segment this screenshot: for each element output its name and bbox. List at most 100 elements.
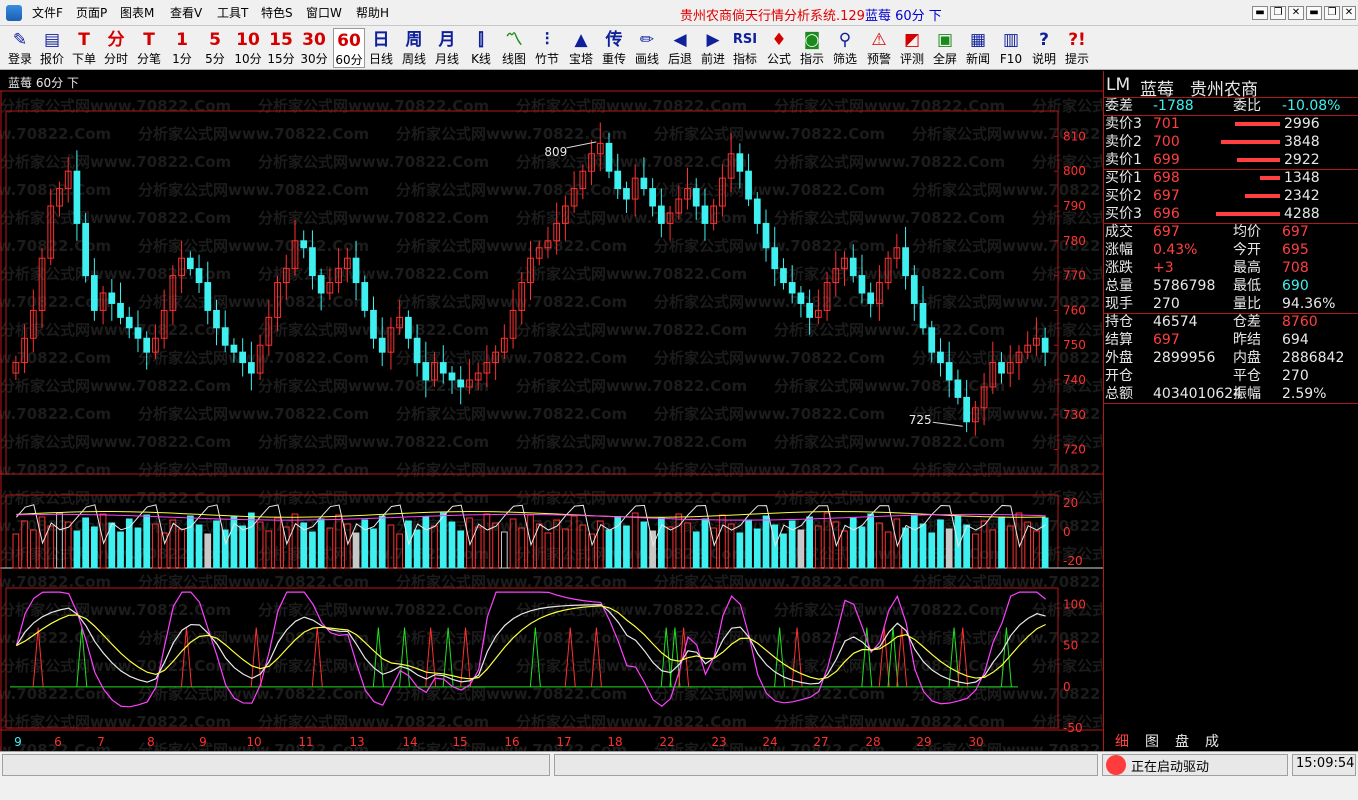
stat-row: 总额 4034010624 振幅 2.59% [1104,385,1358,403]
toolbar-button-10[interactable]: 60 60分 [333,28,365,68]
tab-book[interactable]: 盘 [1175,731,1189,751]
toolbar-button-18[interactable]: 传重传 [598,28,630,68]
toolbar-button-6[interactable]: 5 5分 [199,28,231,68]
toolbar-icon-9: 30 [302,30,326,50]
volume-bar [919,523,927,569]
tab-chart[interactable]: 图 [1145,731,1159,751]
stat-label: 仓差 [1233,314,1261,330]
toolbar-label-17: 宝塔 [568,52,593,66]
stat-value: 695 [1282,242,1309,258]
status-indicator-icon [1106,755,1126,775]
toolbar-button-12[interactable]: 周周线 [398,28,430,68]
x-axis-label: 18 [607,735,622,749]
toolbar-button-4[interactable]: T 分笔 [133,28,165,68]
stat-label: 现手 [1105,296,1133,312]
watermark-text: 分析家公式网www.70822.Com [654,405,885,423]
candle-down [692,188,700,207]
volume-bar [797,529,805,569]
toolbar-button-7[interactable]: 10 10分 [232,28,264,68]
toolbar-button-23[interactable]: ♦ 公式 [763,28,795,68]
menu-page[interactable]: 页面P [74,5,109,21]
toolbar-button-14[interactable]: ⫿ K线 [465,28,497,68]
toolbar-button-29[interactable]: ▦ 新闻 [962,28,994,68]
minimize-button[interactable]: ▬ [1252,6,1268,20]
watermark-text: 分析家公式网www.70822.Com [258,601,489,619]
toolbar-button-17[interactable]: ▲ 宝塔 [565,28,597,68]
toolbar-label-16: 竹节 [534,52,559,66]
close-button[interactable]: ✕ [1288,6,1304,20]
toolbar-button-8[interactable]: 15 15分 [265,28,297,68]
toolbar-button-25[interactable]: ⚲ 筛选 [829,28,861,68]
stat-label: 量比 [1233,296,1261,312]
watermark-text: 分析家公式网www.70822.Com [0,601,231,619]
candle-down [649,188,656,207]
toolbar-button-0[interactable]: ✎ 登录 [4,28,36,68]
toolbar-icon-3: 分 [107,30,125,50]
watermark-text: 分析家公式网www.70822.Com [774,265,1005,283]
menu-file[interactable]: 文件F [30,5,65,21]
watermark-text: 分析家公式网www.70822.Com [258,153,489,171]
toolbar-button-22[interactable]: RSI 指标 [729,28,761,68]
stat-value: 697 [1153,332,1180,348]
bid-volume-bar [1260,176,1280,180]
window-title-stock: 蓝莓 60分 下 [864,9,942,24]
candle-down [623,188,630,200]
volume-bar [937,519,944,569]
stat-value: 270 [1153,296,1180,312]
stat-row: 外盘 2899956 内盘 2886842 [1104,349,1358,367]
x-axis-label: 27 [813,735,828,749]
tab-detail[interactable]: 细 [1115,731,1129,751]
toolbar-button-26[interactable]: ⚠ 预警 [863,28,895,68]
doc-minimize-button[interactable]: ▬ [1306,6,1322,20]
toolbar-button-24[interactable]: ◙ 指示 [796,28,828,68]
stat-value: 2886842 [1282,350,1345,366]
toolbar-button-16[interactable]: ⫶ 竹节 [531,28,563,68]
quote-panel: LM 蓝莓 贵州农商 委差 -1788 委比 -10.08% 卖价3 701 299… [1103,71,1358,751]
toolbar-button-19[interactable]: ✏ 画线 [631,28,663,68]
toolbar-button-21[interactable]: ▶ 前进 [697,28,729,68]
restore-button[interactable]: ❐ [1270,6,1286,20]
volume-bar [370,528,377,569]
doc-close-button[interactable]: ✕ [1342,6,1356,20]
toolbar-button-9[interactable]: 30 30分 [298,28,330,68]
toolbar-button-28[interactable]: ▣ 全屏 [929,28,961,68]
toolbar-button-27[interactable]: ◩ 评测 [896,28,928,68]
stat-row: 开仓 平仓 270 [1104,367,1358,385]
toolbar-button-13[interactable]: 月月线 [431,28,463,68]
toolbar-button-32[interactable]: ?! 提示 [1061,28,1093,68]
menu-special[interactable]: 特色S [259,5,295,21]
menu-view[interactable]: 查看V [168,5,204,21]
stat-row: 现手 270 量比 94.36% [1104,295,1358,313]
watermark-text: 分析家公式网www.70822.Com [138,405,369,423]
volume-bar [309,531,316,569]
doc-restore-button[interactable]: ❐ [1324,6,1340,20]
toolbar-button-15[interactable]: 〽线图 [498,28,530,68]
toolbar-button-2[interactable]: T 下单 [68,28,100,68]
menu-chart[interactable]: 图表M [118,5,156,21]
volume-bar [945,528,953,569]
x-axis-label: 16 [504,735,519,749]
menu-tools[interactable]: 工具T [215,5,250,21]
menu-window[interactable]: 窗口W [304,5,344,21]
toolbar-button-20[interactable]: ◀ 后退 [664,28,696,68]
volume-bar [858,526,866,569]
watermark-text: 分析家公式网www.70822.Com [774,209,1005,227]
volume-bar [422,516,430,569]
candle-down [771,247,779,270]
toolbar-button-31[interactable]: ? 说明 [1028,28,1060,68]
toolbar-button-30[interactable]: ▥ F10 [995,28,1027,68]
toolbar-button-3[interactable]: 分分时 [100,28,132,68]
tab-trades[interactable]: 成 [1205,731,1219,751]
toolbar-icon-12: 周 [405,30,423,50]
toolbar-button-11[interactable]: 日日线 [365,28,397,68]
watermark-text: 分析家公式网www.70822.Com [654,293,885,311]
candle-down [858,275,866,294]
stat-value: 697 [1282,224,1309,240]
stat-label: 昨结 [1233,332,1261,348]
toolbar-button-1[interactable]: ▤ 报价 [36,28,68,68]
menu-help[interactable]: 帮助H [354,5,391,21]
candle-down [640,177,648,190]
chart-area[interactable]: 分析家公式网www.70822.Com 分析家公式网www.70822.Com 分析… [0,71,1103,751]
candle-down [762,222,770,249]
toolbar-button-5[interactable]: 1 1分 [166,28,198,68]
